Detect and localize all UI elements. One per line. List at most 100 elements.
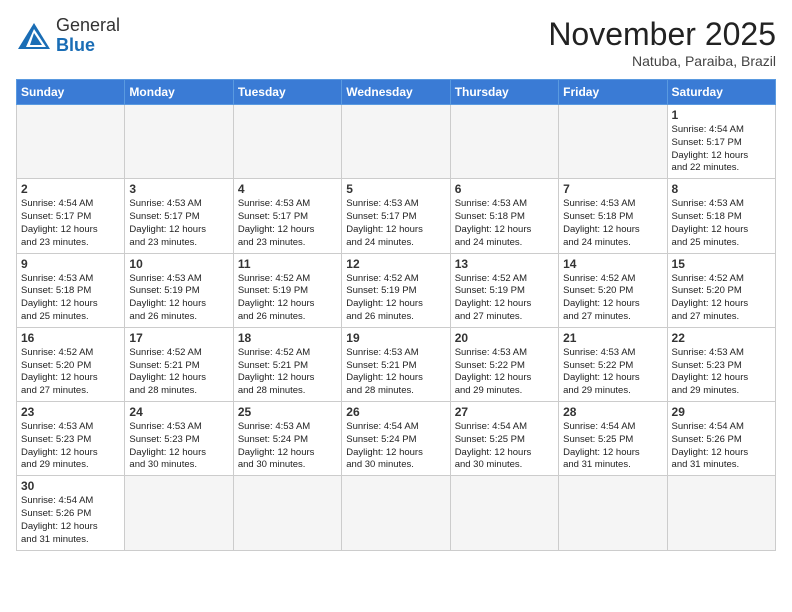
day-number: 20 (455, 331, 554, 345)
calendar-week-row: 23 Sunrise: 4:53 AM Sunset: 5:23 PM Dayli… (17, 402, 776, 476)
day-number: 2 (21, 182, 120, 196)
page-header: General Blue November 2025 Natuba, Parai… (16, 16, 776, 69)
calendar-table: SundayMondayTuesdayWednesdayThursdayFrid… (16, 79, 776, 551)
calendar-day-cell: 18 Sunrise: 4:52 AM Sunset: 5:21 PM Dayli… (233, 327, 341, 401)
day-info: Sunrise: 4:52 AM Sunset: 5:19 PM Dayligh… (238, 273, 337, 324)
day-number: 28 (563, 405, 662, 419)
logo: General Blue (16, 16, 120, 56)
calendar-day-cell (559, 105, 667, 179)
day-info: Sunrise: 4:54 AM Sunset: 5:25 PM Dayligh… (455, 421, 554, 472)
day-number: 13 (455, 257, 554, 271)
day-number: 24 (129, 405, 228, 419)
day-info: Sunrise: 4:53 AM Sunset: 5:22 PM Dayligh… (455, 347, 554, 398)
day-info: Sunrise: 4:54 AM Sunset: 5:26 PM Dayligh… (672, 421, 771, 472)
calendar-day-cell (233, 105, 341, 179)
calendar-day-cell: 25Sunrise: 4:53 AM Sunset: 5:24 PM Dayli… (233, 402, 341, 476)
weekday-header: Friday (559, 80, 667, 105)
day-number: 15 (672, 257, 771, 271)
calendar-day-cell: 16 Sunrise: 4:52 AM Sunset: 5:20 PM Dayli… (17, 327, 125, 401)
calendar-day-cell: 13 Sunrise: 4:52 AM Sunset: 5:19 PM Dayli… (450, 253, 558, 327)
calendar-day-cell: 8 Sunrise: 4:53 AM Sunset: 5:18 PM Daylig… (667, 179, 775, 253)
day-number: 3 (129, 182, 228, 196)
day-info: Sunrise: 4:53 AM Sunset: 5:19 PM Dayligh… (129, 273, 228, 324)
calendar-day-cell: 11 Sunrise: 4:52 AM Sunset: 5:19 PM Dayli… (233, 253, 341, 327)
calendar-day-cell: 19 Sunrise: 4:53 AM Sunset: 5:21 PM Dayli… (342, 327, 450, 401)
day-info: Sunrise: 4:52 AM Sunset: 5:19 PM Dayligh… (455, 273, 554, 324)
weekday-header: Sunday (17, 80, 125, 105)
calendar-day-cell: 1Sunrise: 4:54 AM Sunset: 5:17 PM Daylig… (667, 105, 775, 179)
calendar-day-cell (125, 105, 233, 179)
calendar-day-cell (17, 105, 125, 179)
calendar-day-cell: 7 Sunrise: 4:53 AM Sunset: 5:18 PM Daylig… (559, 179, 667, 253)
day-info: Sunrise: 4:53 AM Sunset: 5:21 PM Dayligh… (346, 347, 445, 398)
calendar-day-cell: 24 Sunrise: 4:53 AM Sunset: 5:23 PM Dayli… (125, 402, 233, 476)
calendar-day-cell (125, 476, 233, 550)
calendar-day-cell (450, 105, 558, 179)
logo-icon (16, 21, 52, 51)
calendar-day-cell: 3Sunrise: 4:53 AM Sunset: 5:17 PM Daylig… (125, 179, 233, 253)
weekday-header: Tuesday (233, 80, 341, 105)
calendar-week-row: 16 Sunrise: 4:52 AM Sunset: 5:20 PM Dayli… (17, 327, 776, 401)
weekday-header: Wednesday (342, 80, 450, 105)
calendar-day-cell: 9Sunrise: 4:53 AM Sunset: 5:18 PM Daylig… (17, 253, 125, 327)
day-number: 7 (563, 182, 662, 196)
day-info: Sunrise: 4:54 AM Sunset: 5:17 PM Dayligh… (21, 198, 120, 249)
weekday-header-row: SundayMondayTuesdayWednesdayThursdayFrid… (17, 80, 776, 105)
day-number: 23 (21, 405, 120, 419)
day-number: 5 (346, 182, 445, 196)
calendar-day-cell: 5 Sunrise: 4:53 AM Sunset: 5:17 PM Daylig… (342, 179, 450, 253)
weekday-header: Thursday (450, 80, 558, 105)
calendar-day-cell (667, 476, 775, 550)
day-number: 1 (672, 108, 771, 122)
day-info: Sunrise: 4:53 AM Sunset: 5:18 PM Dayligh… (563, 198, 662, 249)
day-number: 18 (238, 331, 337, 345)
day-number: 9 (21, 257, 120, 271)
calendar-day-cell: 28Sunrise: 4:54 AM Sunset: 5:25 PM Dayli… (559, 402, 667, 476)
day-number: 17 (129, 331, 228, 345)
day-info: Sunrise: 4:53 AM Sunset: 5:23 PM Dayligh… (672, 347, 771, 398)
day-info: Sunrise: 4:52 AM Sunset: 5:20 PM Dayligh… (21, 347, 120, 398)
calendar-day-cell: 27Sunrise: 4:54 AM Sunset: 5:25 PM Dayli… (450, 402, 558, 476)
day-number: 10 (129, 257, 228, 271)
day-number: 29 (672, 405, 771, 419)
day-info: Sunrise: 4:53 AM Sunset: 5:23 PM Dayligh… (129, 421, 228, 472)
day-number: 21 (563, 331, 662, 345)
day-number: 22 (672, 331, 771, 345)
calendar-week-row: 30Sunrise: 4:54 AM Sunset: 5:26 PM Dayli… (17, 476, 776, 550)
title-block: November 2025 Natuba, Paraiba, Brazil (548, 16, 776, 69)
day-number: 25 (238, 405, 337, 419)
calendar-day-cell: 2 Sunrise: 4:54 AM Sunset: 5:17 PM Daylig… (17, 179, 125, 253)
calendar-day-cell: 14Sunrise: 4:52 AM Sunset: 5:20 PM Dayli… (559, 253, 667, 327)
logo-text: General Blue (56, 16, 120, 56)
month-title: November 2025 (548, 16, 776, 53)
calendar-day-cell (342, 476, 450, 550)
day-number: 8 (672, 182, 771, 196)
calendar-day-cell: 10 Sunrise: 4:53 AM Sunset: 5:19 PM Dayli… (125, 253, 233, 327)
calendar-week-row: 2 Sunrise: 4:54 AM Sunset: 5:17 PM Daylig… (17, 179, 776, 253)
day-info: Sunrise: 4:52 AM Sunset: 5:21 PM Dayligh… (238, 347, 337, 398)
calendar-day-cell (559, 476, 667, 550)
weekday-header: Monday (125, 80, 233, 105)
calendar-day-cell: 17Sunrise: 4:52 AM Sunset: 5:21 PM Dayli… (125, 327, 233, 401)
day-number: 26 (346, 405, 445, 419)
day-number: 19 (346, 331, 445, 345)
calendar-day-cell: 30Sunrise: 4:54 AM Sunset: 5:26 PM Dayli… (17, 476, 125, 550)
day-info: Sunrise: 4:53 AM Sunset: 5:18 PM Dayligh… (672, 198, 771, 249)
day-number: 30 (21, 479, 120, 493)
day-number: 11 (238, 257, 337, 271)
day-info: Sunrise: 4:53 AM Sunset: 5:17 PM Dayligh… (346, 198, 445, 249)
calendar-day-cell: 21Sunrise: 4:53 AM Sunset: 5:22 PM Dayli… (559, 327, 667, 401)
calendar-day-cell (233, 476, 341, 550)
day-info: Sunrise: 4:52 AM Sunset: 5:19 PM Dayligh… (346, 273, 445, 324)
calendar-day-cell: 29 Sunrise: 4:54 AM Sunset: 5:26 PM Dayli… (667, 402, 775, 476)
calendar-day-cell: 4Sunrise: 4:53 AM Sunset: 5:17 PM Daylig… (233, 179, 341, 253)
day-number: 14 (563, 257, 662, 271)
calendar-day-cell: 26 Sunrise: 4:54 AM Sunset: 5:24 PM Dayli… (342, 402, 450, 476)
day-info: Sunrise: 4:53 AM Sunset: 5:23 PM Dayligh… (21, 421, 120, 472)
day-info: Sunrise: 4:54 AM Sunset: 5:24 PM Dayligh… (346, 421, 445, 472)
day-info: Sunrise: 4:53 AM Sunset: 5:17 PM Dayligh… (238, 198, 337, 249)
calendar-day-cell: 12Sunrise: 4:52 AM Sunset: 5:19 PM Dayli… (342, 253, 450, 327)
day-number: 16 (21, 331, 120, 345)
calendar-week-row: 9Sunrise: 4:53 AM Sunset: 5:18 PM Daylig… (17, 253, 776, 327)
weekday-header: Saturday (667, 80, 775, 105)
